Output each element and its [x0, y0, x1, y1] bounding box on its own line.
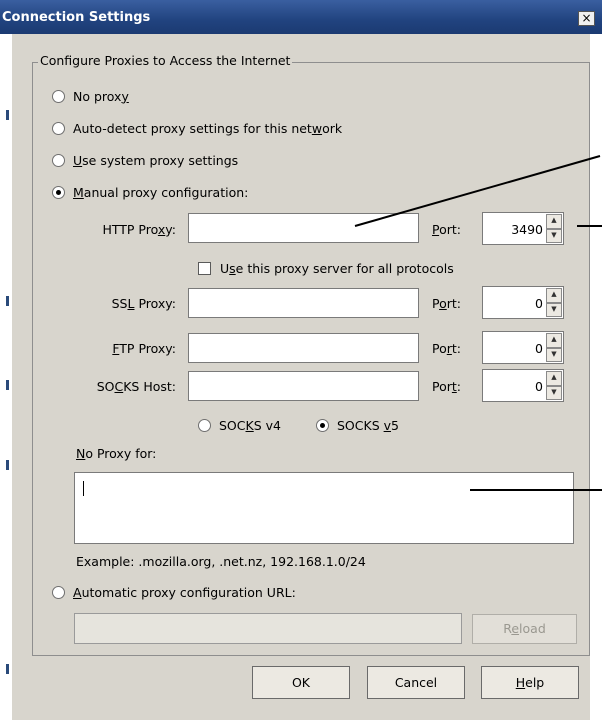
- annotation-line-http: [354, 155, 601, 227]
- annotation-overlay: [354, 155, 602, 491]
